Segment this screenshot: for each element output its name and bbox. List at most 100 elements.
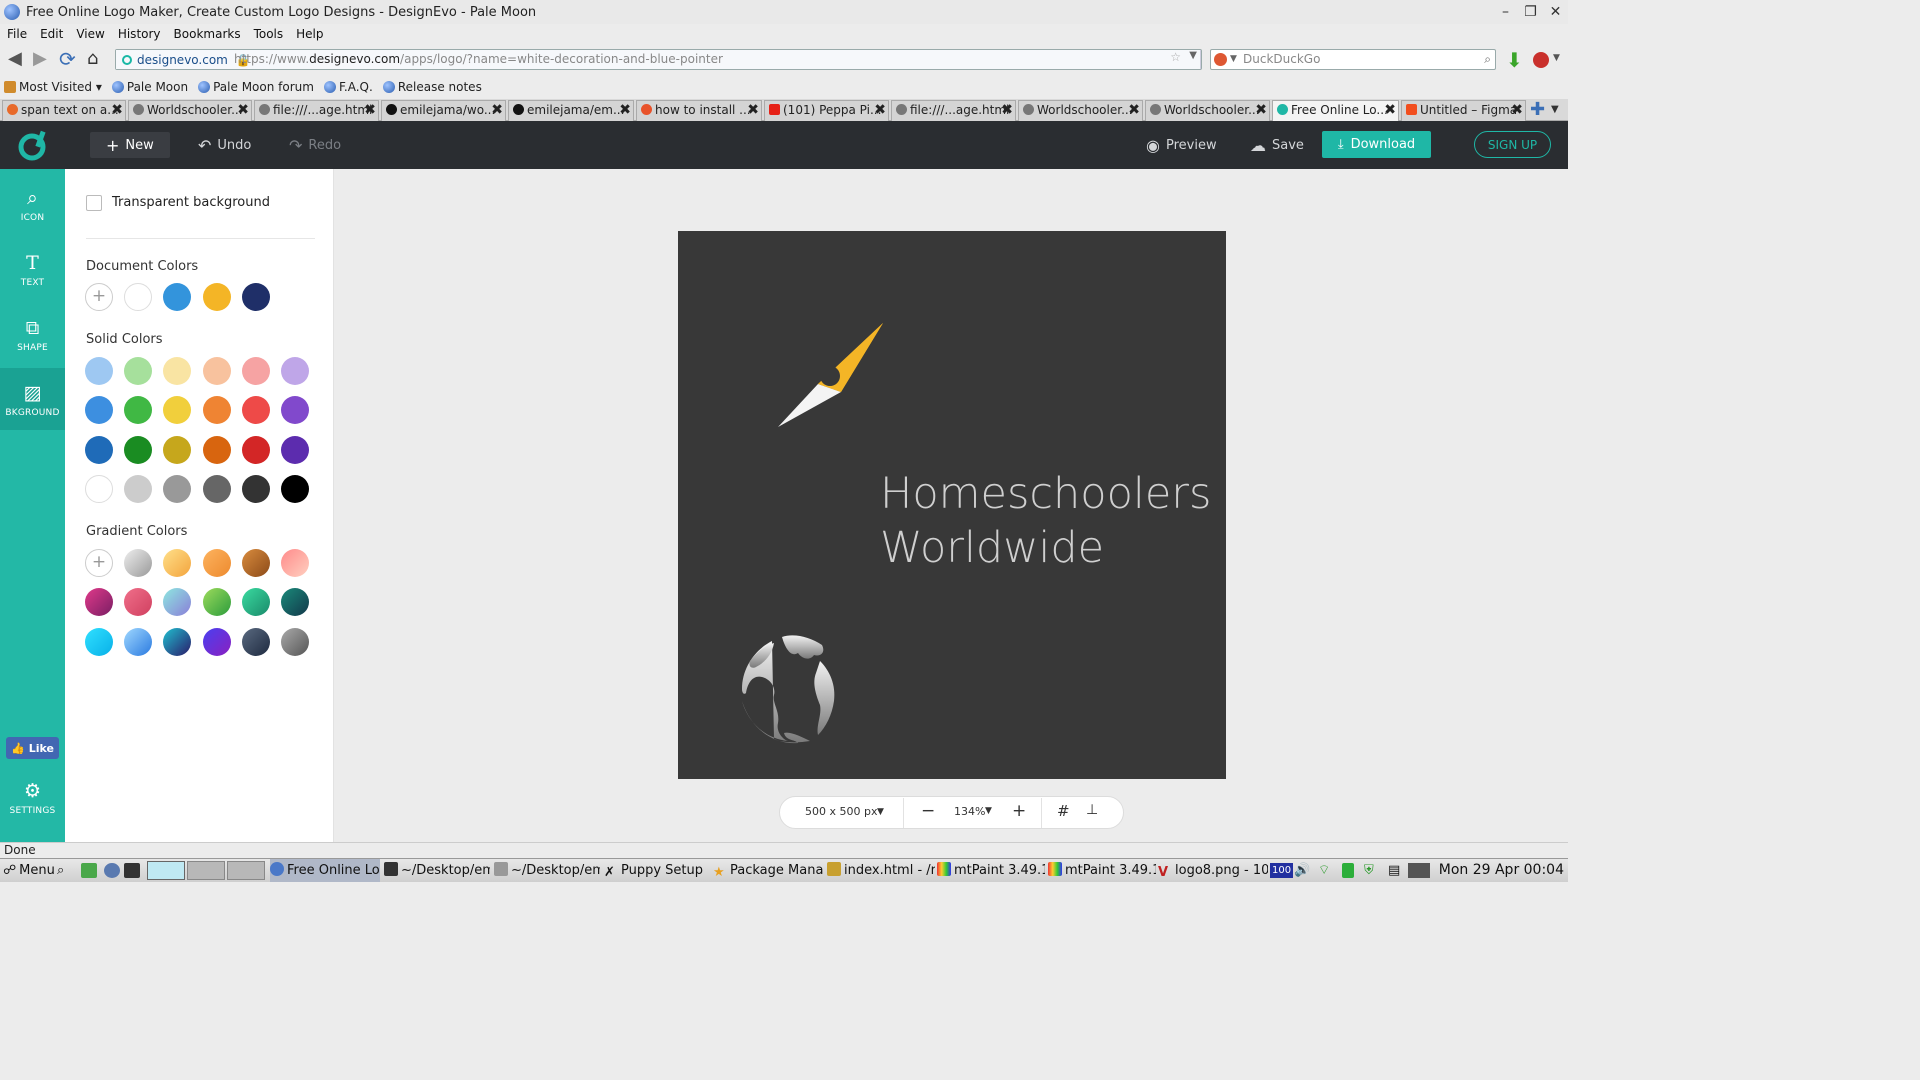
adblock-icon[interactable] — [1533, 52, 1549, 68]
menu-help[interactable]: Help — [296, 27, 323, 41]
sidebar-item-text[interactable]: T TEXT — [0, 238, 65, 298]
close-tab-icon[interactable]: ✖ — [1384, 101, 1396, 120]
bookmark-pale-moon[interactable]: Pale Moon — [111, 80, 188, 94]
color-swatch[interactable] — [163, 474, 192, 503]
close-tab-icon[interactable]: ✖ — [1255, 101, 1267, 120]
gradient-swatch[interactable] — [281, 549, 309, 577]
color-swatch[interactable] — [85, 435, 113, 464]
color-swatch[interactable] — [202, 435, 231, 464]
size-dropdown-icon[interactable]: ▼ — [877, 807, 884, 817]
close-tab-icon[interactable]: ✖ — [1001, 101, 1013, 120]
color-swatch[interactable] — [85, 357, 113, 385]
zoom-in-icon[interactable]: + — [1012, 801, 1026, 821]
gradient-swatch[interactable] — [124, 549, 153, 577]
workspace-1[interactable] — [147, 861, 185, 880]
color-swatch[interactable] — [281, 474, 309, 503]
color-swatch[interactable] — [241, 283, 270, 311]
redo-button[interactable]: ↷ Redo — [289, 121, 341, 169]
gradient-swatch[interactable] — [163, 549, 192, 577]
reload-icon[interactable]: ⟳ — [59, 49, 76, 69]
color-swatch[interactable] — [124, 435, 153, 464]
taskbar-item[interactable]: mtPaint 3.49.13 — [937, 859, 1045, 882]
workspace-2[interactable] — [187, 861, 225, 880]
search-engine-dropdown-icon[interactable]: ▼ — [1230, 50, 1237, 69]
browser-tab[interactable]: file:///...age.html ✖ — [254, 100, 379, 121]
browser-tab[interactable]: (101) Peppa Pi... ✖ — [764, 100, 889, 121]
bookmark-most-visited[interactable]: Most Visited ▾ — [4, 80, 102, 94]
browser-tab[interactable]: Worldschooler... ✖ — [128, 100, 252, 121]
start-menu-button[interactable]: ☍ Menu — [3, 859, 55, 882]
taskbar-item[interactable]: index.html - /roo — [827, 859, 935, 882]
gradient-swatch[interactable] — [163, 588, 192, 617]
browser-tab[interactable]: how to install ... ✖ — [636, 100, 762, 121]
download-arrow-icon[interactable]: ⬇ — [1506, 48, 1523, 72]
color-swatch[interactable] — [85, 396, 113, 425]
browser-tab[interactable]: Untitled – Figma ✖ — [1401, 100, 1526, 121]
menu-view[interactable]: View — [76, 27, 104, 41]
search-bar[interactable]: ▼ DuckDuckGo ⌕ — [1210, 49, 1496, 70]
gradient-swatch[interactable] — [241, 549, 270, 577]
color-swatch[interactable] — [124, 283, 153, 311]
add-color-button[interactable]: + — [85, 283, 113, 311]
storage-icon[interactable] — [1342, 863, 1354, 878]
browser-tab[interactable]: Worldschooler... ✖ — [1145, 100, 1270, 121]
search-icon[interactable]: ⌕ — [57, 859, 64, 882]
duckduckgo-icon[interactable] — [1214, 53, 1227, 66]
url-dropdown-icon[interactable]: ▼ — [1189, 50, 1197, 61]
browser-tab-active[interactable]: Free Online Lo... ✖ — [1272, 100, 1399, 121]
gradient-swatch[interactable] — [241, 588, 270, 617]
color-swatch[interactable] — [202, 396, 231, 425]
close-tab-icon[interactable]: ✖ — [111, 101, 123, 120]
gradient-swatch[interactable] — [241, 627, 270, 656]
gradient-swatch[interactable] — [163, 627, 192, 656]
close-tab-icon[interactable]: ✖ — [237, 101, 249, 120]
browser-tab[interactable]: span text on a... ✖ — [2, 100, 126, 121]
color-swatch[interactable] — [124, 474, 153, 503]
color-swatch[interactable] — [241, 474, 270, 503]
maximize-icon[interactable]: ❐ — [1518, 0, 1543, 24]
magnifier-icon[interactable]: ⌕ — [1484, 50, 1491, 69]
wifi-icon[interactable]: ⌔ — [1318, 859, 1330, 882]
browser-launcher-icon[interactable] — [104, 863, 120, 878]
menu-edit[interactable]: Edit — [40, 27, 63, 41]
taskbar-item[interactable]: Vlogo8.png - 10/1- — [1158, 859, 1268, 882]
color-swatch[interactable] — [163, 357, 192, 385]
facebook-like-button[interactable]: 👍 Like — [6, 737, 59, 759]
transparent-background-checkbox[interactable] — [86, 195, 102, 211]
gradient-swatch[interactable] — [202, 627, 231, 656]
bookmark-faq[interactable]: F.A.Q. — [323, 80, 373, 94]
address-bar[interactable]: designevo.com 🔒 https://www.designevo.com… — [115, 49, 1202, 70]
gradient-swatch[interactable] — [202, 588, 231, 617]
canvas-size-select[interactable]: 500 x 500 px — [805, 805, 877, 818]
gradient-swatch[interactable] — [85, 588, 113, 617]
sidebar-item-shape[interactable]: ⧉ SHAPE — [0, 303, 65, 363]
close-tab-icon[interactable]: ✖ — [491, 101, 503, 120]
menu-bookmarks[interactable]: Bookmarks — [174, 27, 241, 41]
color-swatch[interactable] — [281, 435, 309, 464]
shield-icon[interactable]: ⛨ — [1364, 859, 1374, 882]
home-icon[interactable]: ⌂ — [87, 49, 98, 69]
grid-icon[interactable]: # — [1057, 802, 1070, 820]
undo-button[interactable]: ↶ Undo — [198, 121, 251, 169]
menu-tools[interactable]: Tools — [254, 27, 284, 41]
zoom-out-icon[interactable]: − — [921, 801, 935, 821]
logo-text-line1[interactable]: Homeschoolers — [880, 467, 1211, 521]
taskbar-item[interactable]: Free Online Logo — [270, 859, 380, 882]
back-icon[interactable]: ◀ — [8, 49, 22, 69]
close-window-icon[interactable]: ✕ — [1543, 0, 1568, 24]
color-swatch[interactable] — [124, 396, 153, 425]
sidebar-item-settings[interactable]: ⚙ SETTINGS — [0, 766, 65, 826]
workspace-3[interactable] — [227, 861, 265, 880]
color-swatch[interactable] — [124, 357, 153, 385]
close-tab-icon[interactable]: ✖ — [874, 101, 886, 120]
zoom-level[interactable]: 134% — [954, 805, 985, 818]
color-swatch[interactable] — [241, 357, 270, 385]
taskbar-item[interactable]: ✗ Puppy Setup — [604, 859, 704, 882]
new-button[interactable]: + New — [90, 132, 170, 158]
color-swatch[interactable] — [163, 283, 192, 311]
browser-tab[interactable]: emilejama/wo... ✖ — [381, 100, 506, 121]
browser-tab[interactable]: Worldschooler... ✖ — [1018, 100, 1143, 121]
color-swatch[interactable] — [281, 357, 309, 385]
gradient-swatch[interactable] — [202, 549, 231, 577]
designevo-logo-icon[interactable] — [16, 129, 48, 161]
